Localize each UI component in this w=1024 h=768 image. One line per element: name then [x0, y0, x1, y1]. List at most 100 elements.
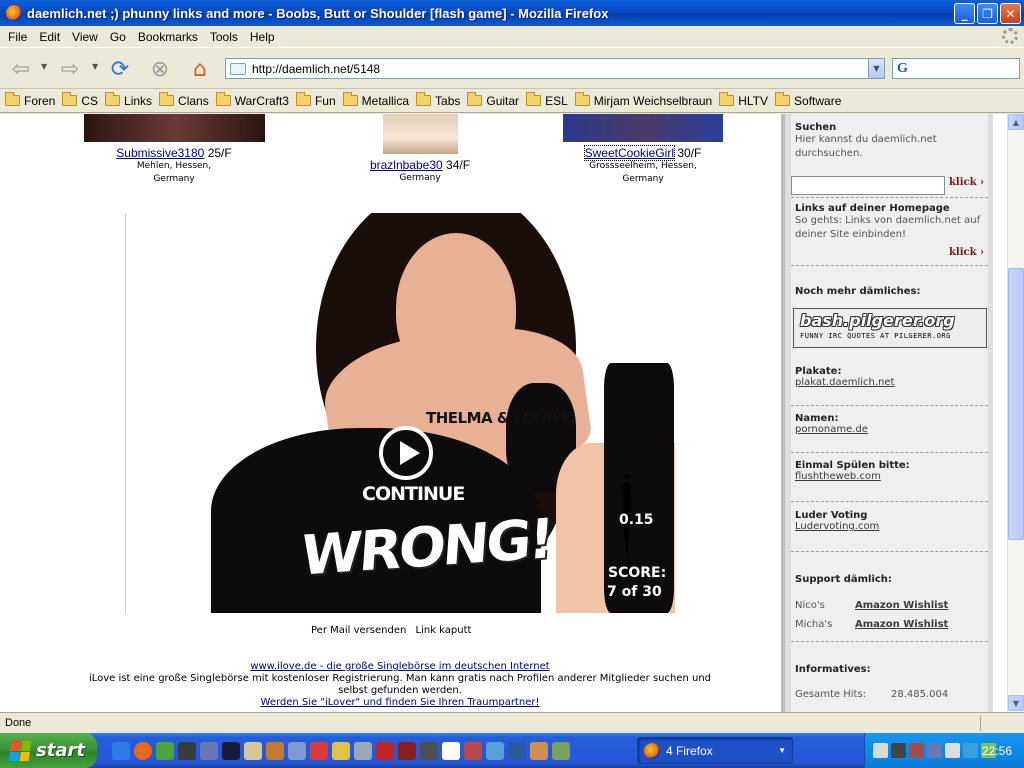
- profile-card: Submissive3180 25/F Mehlen, Hessen, Germ…: [82, 114, 266, 186]
- start-label: start: [36, 740, 85, 761]
- winamp-icon[interactable]: [508, 742, 526, 760]
- photo-icon[interactable]: [310, 742, 328, 760]
- plakat-link[interactable]: plakat.daemlich.net: [795, 377, 984, 388]
- close-button[interactable]: ✕: [1000, 3, 1021, 24]
- ad-link[interactable]: www.ilove.de - die große Singlebörse im …: [250, 661, 549, 672]
- broken-link[interactable]: Link kaputt: [416, 625, 472, 636]
- bookmark-metallica[interactable]: Metallica: [342, 92, 409, 108]
- bookmark-warcraft3[interactable]: WarCraft3: [215, 92, 289, 108]
- window-titlebar[interactable]: daemlich.net ;) phunny links and more - …: [0, 0, 1024, 26]
- steam-tray-icon[interactable]: [891, 743, 906, 758]
- profile-line: brazlnbabe30 34/F: [353, 158, 487, 172]
- profile-photo[interactable]: [83, 114, 265, 142]
- scroll-down-button[interactable]: ▼: [1008, 695, 1024, 711]
- bookmark-fun[interactable]: Fun: [295, 92, 336, 108]
- hits-row: Gesamte Hits: 28.485.004: [795, 689, 948, 700]
- gpu-tray-icon[interactable]: [909, 743, 924, 758]
- start-button[interactable]: start: [0, 733, 97, 768]
- wishlist-link[interactable]: Amazon Wishlist: [855, 619, 948, 630]
- reload-button[interactable]: ⟳: [107, 56, 133, 82]
- bookmark-label: Software: [794, 93, 842, 108]
- folder-icon: [342, 92, 358, 106]
- menu-file[interactable]: File: [2, 30, 33, 44]
- bookmark-guitar[interactable]: Guitar: [467, 92, 519, 108]
- profile-name-link[interactable]: Submissive3180: [116, 146, 204, 160]
- play-icon[interactable]: [379, 426, 433, 480]
- back-button[interactable]: ⇦: [8, 56, 34, 82]
- menu-tools[interactable]: Tools: [204, 30, 244, 44]
- search-klick-button[interactable]: klick ›: [949, 177, 984, 188]
- search-box[interactable]: G: [892, 58, 1020, 79]
- ventrilo-icon[interactable]: [442, 742, 460, 760]
- google-icon[interactable]: G: [897, 61, 908, 77]
- game-icon[interactable]: [398, 742, 416, 760]
- bookmark-esl[interactable]: ESL: [526, 92, 568, 108]
- scroll-thumb[interactable]: [1008, 268, 1024, 540]
- firefox-icon[interactable]: [134, 742, 152, 760]
- home-button[interactable]: ⌂: [187, 56, 213, 82]
- network-icon[interactable]: [464, 742, 482, 760]
- hlsw-tray-icon[interactable]: [927, 743, 942, 758]
- network-tray-icon[interactable]: [873, 743, 888, 758]
- menu-view[interactable]: View: [66, 30, 104, 44]
- forward-button[interactable]: ⇨: [57, 56, 83, 82]
- bookmark-hltv[interactable]: HLTV: [719, 92, 768, 108]
- editor-icon[interactable]: [332, 742, 350, 760]
- main-column: Submissive3180 25/F Mehlen, Hessen, Germ…: [14, 114, 780, 712]
- luder-link[interactable]: Ludervoting.com: [795, 521, 984, 532]
- settings-icon[interactable]: [156, 742, 174, 760]
- address-bar[interactable]: http://daemlich.net/5148 ▼: [225, 58, 885, 79]
- messenger-tray-icon[interactable]: [963, 743, 978, 758]
- flush-link[interactable]: flushtheweb.com: [795, 471, 984, 482]
- flash-game[interactable]: THELMA & LOUISE CONTINUE WRONG! 0.15 SCO…: [125, 213, 675, 613]
- app-icon[interactable]: [244, 742, 262, 760]
- bookmark-tabs[interactable]: Tabs: [416, 92, 460, 108]
- terminal-icon[interactable]: [222, 742, 240, 760]
- menu-edit[interactable]: Edit: [33, 30, 66, 44]
- continue-button[interactable]: CONTINUE: [362, 483, 465, 505]
- bookmark-software[interactable]: Software: [775, 92, 842, 108]
- tool-icon[interactable]: [354, 742, 372, 760]
- maximize-button[interactable]: ❐: [977, 3, 998, 24]
- profile-name-link[interactable]: brazlnbabe30: [370, 158, 443, 172]
- namen-link[interactable]: pornoname.de: [795, 424, 984, 435]
- sidebar-search-input[interactable]: [791, 176, 945, 195]
- hlsw-icon[interactable]: [200, 742, 218, 760]
- bookmark-links[interactable]: Links: [105, 92, 152, 108]
- messenger-icon[interactable]: [288, 742, 306, 760]
- stop-button[interactable]: ⊗: [147, 56, 173, 82]
- bash-banner[interactable]: bash.pilgerer.org FUNNY IRC QUOTES AT PI…: [793, 308, 987, 348]
- bookmark-mirjam-weichselbraun[interactable]: Mirjam Weichselbraun: [574, 92, 712, 108]
- bookmark-cs[interactable]: CS: [62, 92, 98, 108]
- profile-name-link[interactable]: SweetCookieGirl: [583, 145, 676, 161]
- minimize-button[interactable]: _: [954, 3, 975, 24]
- volume-tray-icon[interactable]: [945, 743, 960, 758]
- bookmark-clans[interactable]: Clans: [159, 92, 209, 108]
- url-dropdown-icon[interactable]: ▼: [868, 59, 884, 78]
- scroll-up-button[interactable]: ▲: [1008, 114, 1024, 130]
- links-klick-button[interactable]: klick ›: [949, 247, 984, 258]
- menu-help[interactable]: Help: [244, 30, 281, 44]
- ad-cta-link[interactable]: Werden Sie "iLover" und finden Sie Ihren…: [261, 697, 540, 708]
- archive-icon[interactable]: [530, 742, 548, 760]
- vertical-scrollbar[interactable]: ▲ ▼: [1007, 114, 1024, 712]
- url-text[interactable]: http://daemlich.net/5148: [252, 62, 868, 76]
- warcraft-icon[interactable]: [266, 742, 284, 760]
- recycle-icon[interactable]: [552, 742, 570, 760]
- pdf-icon[interactable]: [376, 742, 394, 760]
- back-dropdown-icon[interactable]: ▼: [41, 62, 47, 71]
- calculator-icon[interactable]: [420, 742, 438, 760]
- globe-icon[interactable]: [486, 742, 504, 760]
- window-controls: _ ❐ ✕: [954, 3, 1021, 24]
- bookmark-foren[interactable]: Foren: [5, 92, 55, 108]
- media-player-icon[interactable]: [112, 742, 130, 760]
- wishlist-link[interactable]: Amazon Wishlist: [855, 600, 948, 611]
- profile-photo[interactable]: [382, 114, 458, 154]
- forward-dropdown-icon[interactable]: ▼: [92, 62, 98, 71]
- mail-link[interactable]: Per Mail versenden: [311, 625, 406, 636]
- steam-icon[interactable]: [178, 742, 196, 760]
- menu-go[interactable]: Go: [104, 30, 132, 44]
- menu-bookmarks[interactable]: Bookmarks: [132, 30, 204, 44]
- profile-photo[interactable]: [563, 114, 723, 142]
- taskbar-firefox-group[interactable]: 4 Firefox ▼: [637, 737, 793, 764]
